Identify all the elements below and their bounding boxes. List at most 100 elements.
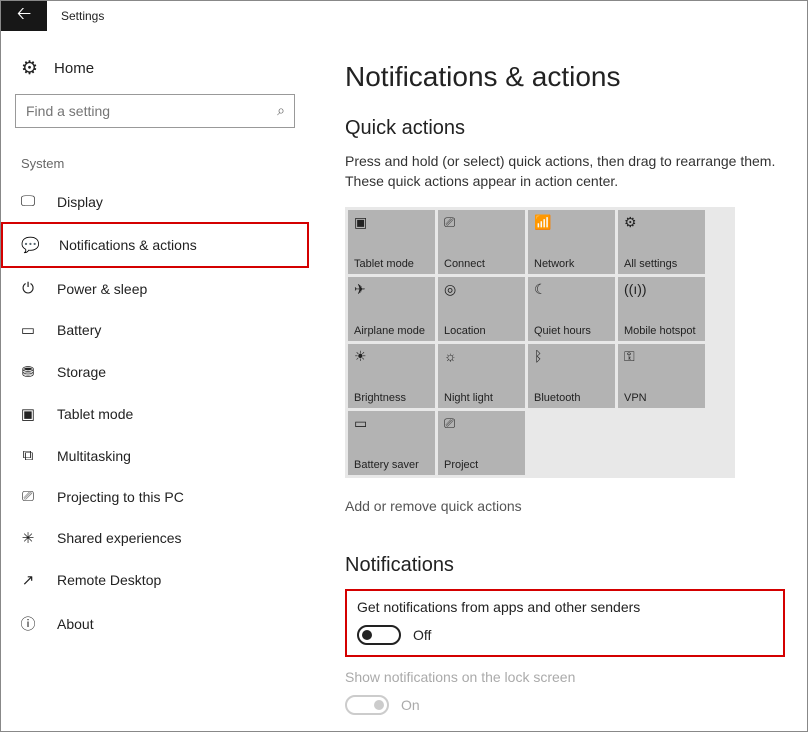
nav-notifications-actions[interactable]: 💬 Notifications & actions [1,222,309,268]
nav-projecting[interactable]: ⎚ Projecting to this PC [1,476,309,517]
battery-saver-icon: ▭ [354,415,429,432]
storage-icon: ⛃ [19,363,37,381]
tile-label: Mobile hotspot [624,325,699,337]
tile-bluetooth[interactable]: ᛒ Bluetooth [528,344,615,408]
nav-shared-experiences[interactable]: ✳ Shared experiences [1,517,309,559]
tile-label: Bluetooth [534,392,609,404]
nav-about[interactable]: ⓘ About [1,601,309,646]
info-icon: ⓘ [19,613,37,634]
share-icon: ✳ [19,529,37,547]
lock-screen-notifications-label: Show notifications on the lock screen [345,669,785,685]
moon-icon: ☾ [534,281,609,298]
get-notifications-block: Get notifications from apps and other se… [345,589,785,657]
hotspot-icon: ((ı)) [624,281,699,297]
tile-label: Tablet mode [354,258,429,270]
notifications-heading: Notifications [345,554,785,577]
display-icon: 🖵 [19,193,37,210]
quick-actions-grid: ▣Tablet mode ⎚ Connect 📶 Network ⚙ All sett… [345,207,735,478]
bluetooth-icon: ᛒ [534,348,609,364]
quick-actions-heading: Quick actions [345,117,785,140]
arrow-left-icon: 🡠 [17,1,32,31]
network-icon: 📶 [534,214,609,231]
toggle-state-text: Off [413,627,431,643]
window-title: Settings [47,1,104,31]
nav-label: Shared experiences [57,530,182,546]
tile-label: VPN [624,392,699,404]
sidebar: ⚙ Home ⌕ System 🖵 Display 💬 Notification… [1,31,309,731]
projecting-icon: ⎚ [19,488,37,505]
message-icon: 💬 [21,236,39,254]
tile-label: Network [534,258,609,270]
tile-all-settings[interactable]: ⚙ All settings [618,210,705,274]
nav-power-sleep[interactable]: ⏻ Power & sleep [1,268,309,309]
nav-storage[interactable]: ⛃ Storage [1,351,309,393]
section-label: System [1,156,309,181]
nav-tablet-mode[interactable]: ▣ Tablet mode [1,393,309,435]
titlebar: 🡠 Settings [1,1,807,31]
power-icon: ⏻ [19,280,37,297]
search-wrap: ⌕ [15,94,295,128]
tile-label: Location [444,325,519,337]
get-notifications-toggle[interactable] [357,625,401,645]
tile-label: Connect [444,258,519,270]
tile-mobile-hotspot[interactable]: ((ı)) Mobile hotspot [618,277,705,341]
nav-label: Notifications & actions [59,237,197,253]
tile-vpn[interactable]: ⚿ VPN [618,344,705,408]
lock-screen-toggle [345,695,389,715]
main-panel: Notifications & actions Quick actions Pr… [309,31,807,731]
lock-screen-toggle-row: On [345,695,785,715]
nav-label: Battery [57,322,101,338]
add-remove-quick-actions-link[interactable]: Add or remove quick actions [345,498,785,514]
tile-network[interactable]: 📶 Network [528,210,615,274]
nav-label: Tablet mode [57,406,133,422]
toggle-knob [374,700,384,710]
page-heading: Notifications & actions [345,61,785,93]
home-nav[interactable]: ⚙ Home [1,51,309,94]
nav-multitasking[interactable]: ⧉ Multitasking [1,435,309,476]
tile-label: Brightness [354,392,429,404]
quick-actions-hint: Press and hold (or select) quick actions… [345,152,785,191]
nav-label: Multitasking [57,448,131,464]
airplane-icon: ✈ [354,281,429,298]
nav-label: Projecting to this PC [57,489,184,505]
lock-screen-notifications-block: Show notifications on the lock screen On [345,669,785,715]
project-icon: ⎚ [444,415,519,432]
tile-battery-saver[interactable]: ▭ Battery saver [348,411,435,475]
tile-brightness[interactable]: ☀ Brightness [348,344,435,408]
brightness-icon: ☀ [354,348,429,365]
nav-display[interactable]: 🖵 Display [1,181,309,222]
tile-label: All settings [624,258,699,270]
tile-airplane-mode[interactable]: ✈ Airplane mode [348,277,435,341]
toggle-knob [362,630,372,640]
tablet-icon: ▣ [19,405,37,423]
nav-label: Storage [57,364,106,380]
tile-project[interactable]: ⎚Project [438,411,525,475]
back-button[interactable]: 🡠 [1,1,47,31]
tile-label: Airplane mode [354,325,429,337]
vpn-icon: ⚿ [624,348,699,365]
gear-icon: ⚙ [21,57,38,80]
tile-connect[interactable]: ⎚ Connect [438,210,525,274]
nav-label: Power & sleep [57,281,147,297]
tile-label: Night light [444,392,519,404]
home-label: Home [54,60,94,77]
tile-night-light[interactable]: ☼ Night light [438,344,525,408]
search-icon: ⌕ [277,102,285,119]
nav-label: About [57,616,94,632]
nav-battery[interactable]: ▭ Battery [1,309,309,351]
tile-label: Battery saver [354,459,429,471]
nav-remote-desktop[interactable]: ↗ Remote Desktop [1,559,309,601]
get-notifications-label: Get notifications from apps and other se… [357,599,773,615]
gear-icon: ⚙ [624,214,699,231]
battery-icon: ▭ [19,321,37,339]
get-notifications-toggle-row: Off [357,625,773,645]
tile-quiet-hours[interactable]: ☾ Quiet hours [528,277,615,341]
nav-label: Display [57,194,103,210]
toggle-state-text: On [401,697,420,713]
tile-tablet-mode[interactable]: ▣Tablet mode [348,210,435,274]
tile-location[interactable]: ◎Location [438,277,525,341]
night-light-icon: ☼ [444,348,519,364]
search-input[interactable] [15,94,295,128]
tile-label: Quiet hours [534,325,609,337]
connect-icon: ⎚ [444,214,519,231]
